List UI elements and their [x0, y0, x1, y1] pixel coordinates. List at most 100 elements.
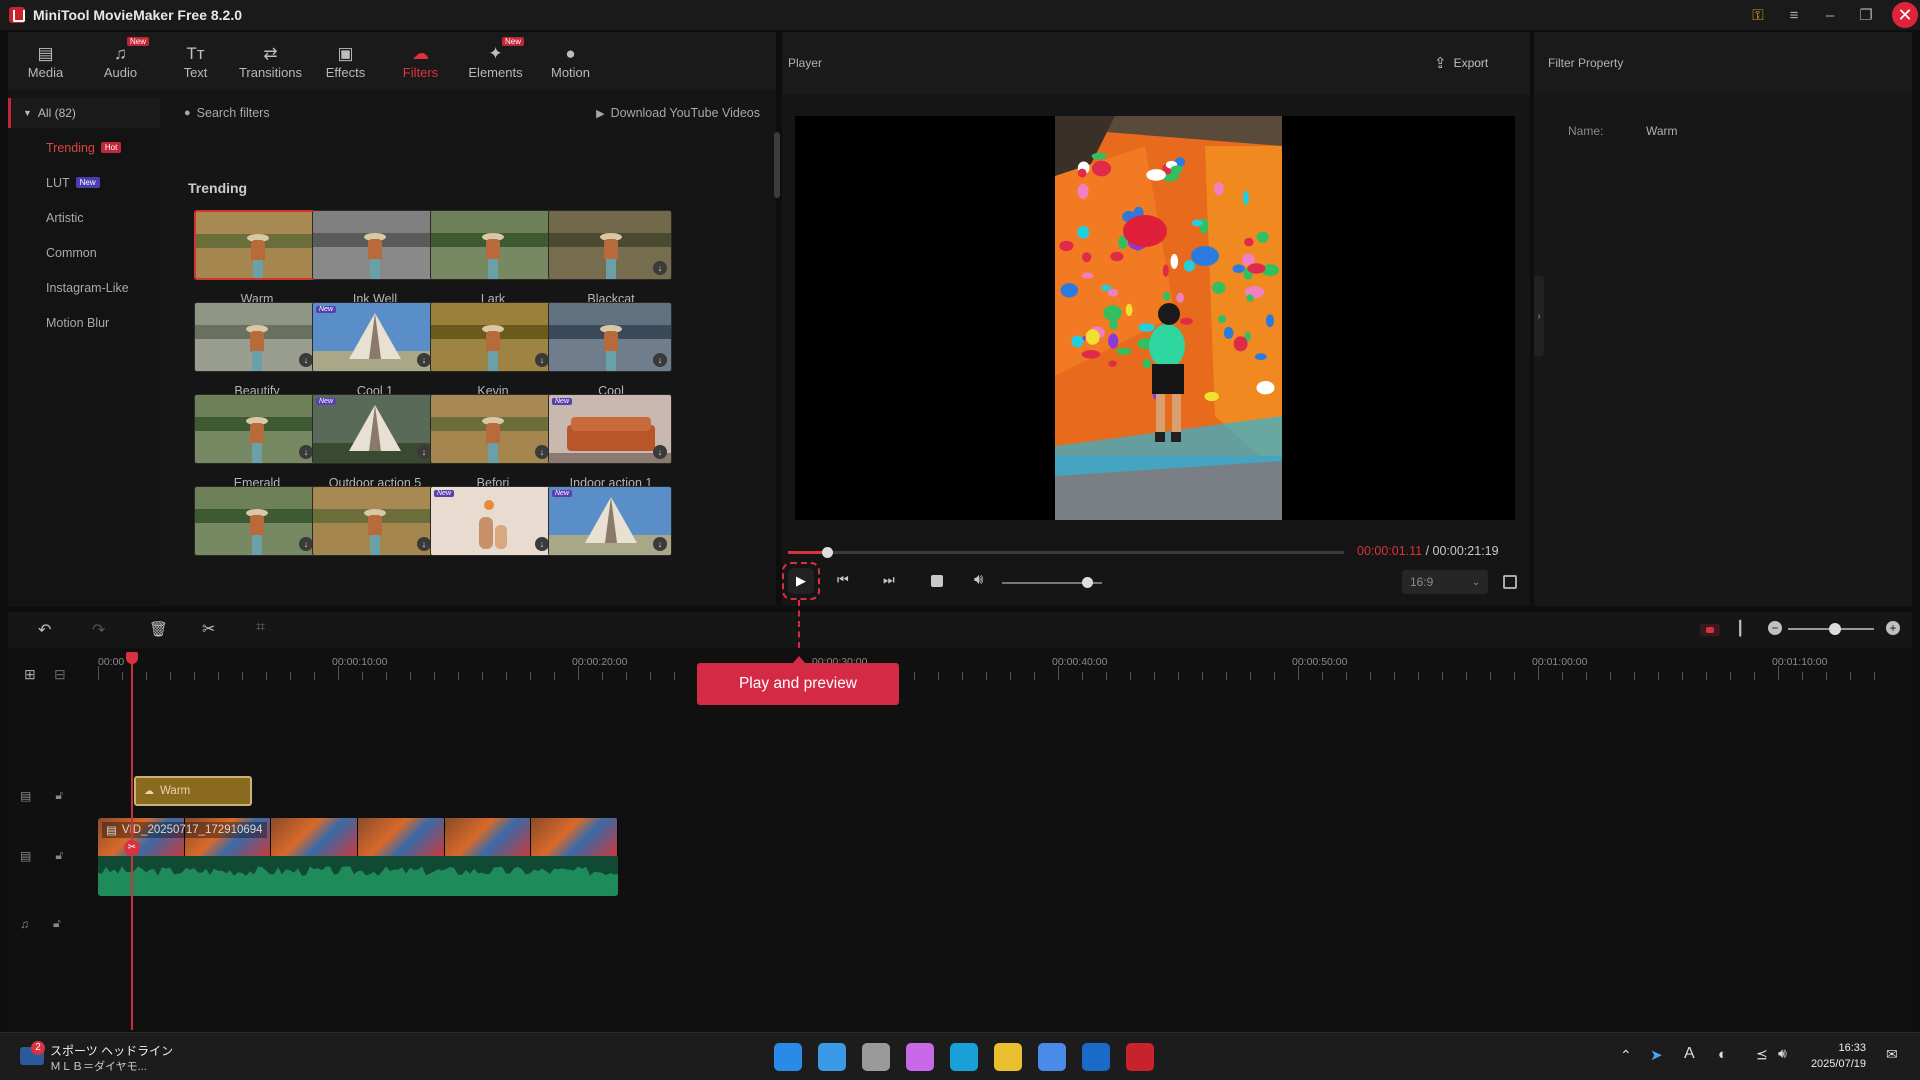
filter-thumbnail[interactable]: ↓ [430, 302, 554, 372]
filter-item[interactable]: Lark [430, 210, 556, 310]
category-lut[interactable]: LUT New [8, 165, 160, 200]
filter-thumbnail[interactable]: ↓ [430, 394, 554, 464]
category-all[interactable]: ▼ All (82) [8, 98, 160, 128]
filter-clip[interactable]: ☁ Warm [134, 776, 252, 806]
filter-thumbnail[interactable]: ↓ [548, 210, 672, 280]
start-icon[interactable] [774, 1043, 802, 1071]
download-icon[interactable]: ↓ [535, 353, 549, 367]
store-icon[interactable] [1038, 1043, 1066, 1071]
menu-icon[interactable]: ≡ [1776, 7, 1812, 24]
filter-thumbnail[interactable] [430, 210, 554, 280]
maximize-button[interactable]: ❐ [1848, 6, 1884, 24]
tab-transitions[interactable]: ⇄ Transitions [233, 32, 308, 90]
filter-item[interactable]: ↓ Blackcat [548, 210, 674, 310]
category-common[interactable]: Common [8, 235, 160, 270]
fit-timeline-icon[interactable]: ┃ [1736, 620, 1744, 637]
clock-time[interactable]: 16:33 [1810, 1042, 1866, 1054]
edge-icon[interactable] [950, 1043, 978, 1071]
aspect-ratio-select[interactable]: 16:9 ⌄ [1402, 570, 1488, 594]
previous-frame-button[interactable]: ⏮ [837, 572, 849, 588]
crop-button[interactable]: ⌗ [256, 619, 265, 637]
download-icon[interactable]: ↓ [417, 445, 431, 459]
filter-item[interactable]: ↓ Befori [430, 394, 556, 494]
category-artistic[interactable]: Artistic [8, 200, 160, 235]
filter-thumbnail[interactable]: ↓ [194, 302, 318, 372]
download-icon[interactable]: ↓ [299, 353, 313, 367]
play-button[interactable]: ▶ [782, 562, 820, 600]
zoom-handle[interactable] [1829, 623, 1842, 635]
tab-elements[interactable]: ✦ Elements New [458, 32, 533, 90]
next-frame-button[interactable]: ⏭ [883, 572, 895, 588]
category-instagram-like[interactable]: Instagram-Like [8, 270, 160, 305]
download-icon[interactable]: ↓ [653, 261, 667, 275]
news-title[interactable]: スポーツ ヘッドライン [50, 1042, 173, 1059]
download-icon[interactable]: ↓ [417, 537, 431, 551]
search-input[interactable]: Search filters [197, 106, 270, 120]
download-youtube-link[interactable]: ▶ Download YouTube Videos [596, 106, 760, 120]
copilot-icon[interactable] [906, 1043, 934, 1071]
redo-button[interactable]: ↷ [92, 620, 105, 640]
filter-item[interactable]: New ↓ [548, 486, 674, 586]
download-icon[interactable]: ↓ [299, 537, 313, 551]
zoom-in-button[interactable]: + [1886, 621, 1900, 635]
filter-item[interactable]: Ink Well [312, 210, 438, 310]
filter-thumbnail[interactable]: New ↓ [430, 486, 554, 556]
download-icon[interactable]: ↓ [653, 445, 667, 459]
filter-thumbnail[interactable]: ↓ [548, 302, 672, 372]
lock-icon[interactable]: 🔓︎ [53, 916, 61, 931]
filter-thumbnail[interactable]: New ↓ [312, 302, 436, 372]
clock-date[interactable]: 2025/07/19 [1810, 1058, 1866, 1070]
filter-search-bar[interactable]: ● Search filters ▶ Download YouTube Vide… [168, 98, 776, 128]
split-marker-icon[interactable]: ✂ [124, 840, 140, 856]
playhead-handle[interactable] [126, 652, 138, 664]
scrollbar[interactable] [774, 132, 780, 198]
minimize-button[interactable]: – [1812, 7, 1848, 24]
category-motion-blur[interactable]: Motion Blur [8, 305, 160, 340]
remove-track-icon[interactable]: ⊟ [54, 666, 66, 683]
export-button[interactable]: ⇪ Export [1434, 54, 1488, 72]
ime-indicator[interactable]: A [1684, 1045, 1695, 1063]
wifi-icon[interactable]: ⪯ [1756, 1046, 1768, 1063]
task-view-icon[interactable] [862, 1043, 890, 1071]
download-icon[interactable]: ↓ [653, 353, 667, 367]
outlook-icon[interactable] [1082, 1043, 1110, 1071]
filter-thumbnail[interactable] [194, 210, 318, 280]
location-icon[interactable]: ➤ [1650, 1046, 1663, 1064]
filter-thumbnail[interactable]: ↓ [194, 486, 318, 556]
tab-effects[interactable]: ▣ Effects [308, 32, 383, 90]
lock-icon[interactable]: 🔓︎ [55, 788, 63, 803]
key-icon[interactable]: ⚿ [1740, 7, 1776, 24]
filter-item[interactable]: New ↓ Cool 1 [312, 302, 438, 402]
filter-thumbnail[interactable] [312, 210, 436, 280]
tab-text[interactable]: Tт Text [158, 32, 233, 90]
filter-thumbnail[interactable]: New ↓ [548, 486, 672, 556]
filter-item[interactable]: New ↓ Indoor action 1 [548, 394, 674, 494]
filter-item[interactable]: ↓ [312, 486, 438, 586]
video-clip[interactable]: ▤ VID_20250717_172910694 [98, 818, 618, 896]
delete-button[interactable]: 🗑︎ [149, 620, 168, 638]
speaker-icon[interactable]: 🔊︎ [1778, 1045, 1787, 1062]
download-icon[interactable]: ↓ [417, 353, 431, 367]
category-trending[interactable]: Trending Hot [8, 130, 160, 165]
stop-button[interactable] [931, 575, 943, 587]
filter-thumbnail[interactable]: ↓ [312, 486, 436, 556]
volume-icon[interactable]: 🔊︎ [974, 571, 983, 588]
search-icon[interactable] [818, 1043, 846, 1071]
add-track-icon[interactable]: ⊞ [24, 666, 36, 683]
tab-audio[interactable]: ♫ Audio New [83, 32, 158, 90]
zoom-out-button[interactable]: − [1768, 621, 1782, 635]
minitool-icon[interactable] [1126, 1043, 1154, 1071]
tab-media[interactable]: ▤ Media [8, 32, 83, 90]
playback-scrubber[interactable] [821, 547, 833, 558]
notification-icon[interactable]: ✉ [1886, 1046, 1898, 1063]
volume-handle[interactable] [1082, 577, 1093, 588]
filter-item[interactable]: ↓ Beautify [194, 302, 320, 402]
filter-item[interactable]: ↓ Cool [548, 302, 674, 402]
news-subtitle[interactable]: ＭＬＢ＝ダイヤモ... [50, 1058, 147, 1074]
chevron-up-icon[interactable]: ⌃ [1620, 1047, 1632, 1064]
filter-thumbnail[interactable]: New ↓ [312, 394, 436, 464]
filter-item[interactable]: ↓ [194, 486, 320, 586]
filter-thumbnail[interactable]: ↓ [194, 394, 318, 464]
filter-thumbnail[interactable]: New ↓ [548, 394, 672, 464]
timeline-ruler[interactable]: 00:00 00:00:10:00 00:00:20:00 00:00:30:00 00… [98, 648, 1912, 680]
